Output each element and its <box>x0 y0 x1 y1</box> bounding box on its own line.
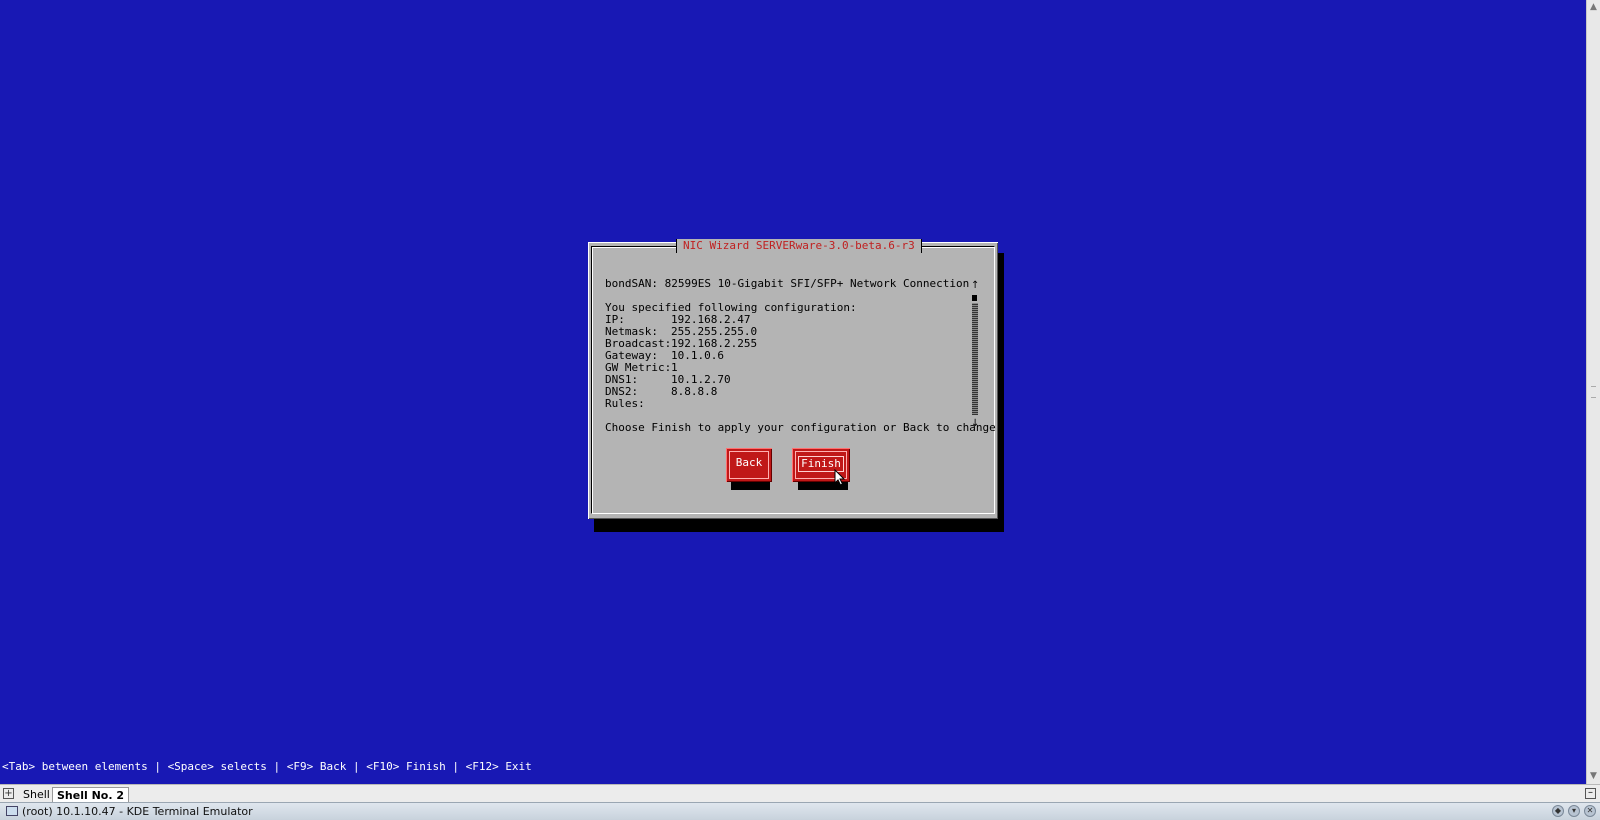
config-value: 10.1.0.6 <box>671 349 724 362</box>
scrollbar-grip[interactable] <box>1591 386 1596 398</box>
terminal-screen[interactable]: NIC Wizard SERVERware-3.0-beta.6-r3 bond… <box>0 0 1586 784</box>
dialog-scrollbar[interactable]: ↑ ↓ <box>971 281 979 429</box>
device-line: bondSAN: 82599ES 10-Gigabit SFI/SFP+ Net… <box>605 277 970 290</box>
scroll-up-arrow-icon[interactable]: ↑ <box>971 281 979 291</box>
scroll-down-arrow-icon[interactable]: ↓ <box>971 419 979 429</box>
footer-instruction: Choose Finish to apply your configuratio… <box>605 421 1003 434</box>
dialog-title: NIC Wizard SERVERware-3.0-beta.6-r3 <box>676 239 922 253</box>
back-button[interactable]: Back <box>726 448 772 482</box>
key-hint-bar: <Tab> between elements | <Space> selects… <box>2 760 532 773</box>
new-tab-icon[interactable]: + <box>3 788 14 799</box>
close-window-icon[interactable]: ✕ <box>1584 805 1596 817</box>
minimize-icon[interactable]: ▾ <box>1568 805 1580 817</box>
scroll-thumb[interactable] <box>972 295 977 301</box>
nic-wizard-dialog: NIC Wizard SERVERware-3.0-beta.6-r3 bond… <box>588 239 1002 519</box>
config-label: Rules: <box>605 397 645 410</box>
tab-shell-no-2[interactable]: Shell No. 2 <box>52 787 130 803</box>
close-tab-icon[interactable]: – <box>1585 788 1596 799</box>
config-value: 8.8.8.8 <box>671 385 718 398</box>
scroll-up-icon[interactable]: ▲ <box>1587 1 1600 13</box>
tab-shell[interactable]: Shell <box>19 787 55 802</box>
tab-bar: + Shell Shell No. 2 – <box>0 784 1600 803</box>
window-title[interactable]: (root) 10.1.10.47 - KDE Terminal Emulato… <box>22 804 253 819</box>
keep-above-icon[interactable]: ◆ <box>1552 805 1564 817</box>
mouse-pointer-icon <box>834 469 846 486</box>
scroll-down-icon[interactable]: ▼ <box>1587 770 1600 782</box>
terminal-app-icon <box>6 806 18 816</box>
taskbar: (root) 10.1.10.47 - KDE Terminal Emulato… <box>0 802 1600 820</box>
back-button-label: Back <box>735 456 763 469</box>
terminal-scrollbar[interactable]: ▲ ▼ <box>1586 0 1600 784</box>
config-row-rules: Rules: <box>605 398 671 410</box>
scroll-track[interactable] <box>972 303 978 415</box>
